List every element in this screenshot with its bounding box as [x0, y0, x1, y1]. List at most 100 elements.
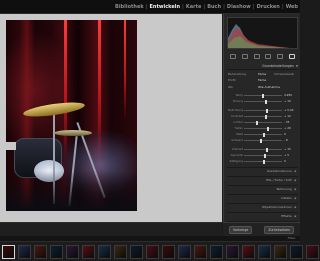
- spot-removal-icon[interactable]: [241, 53, 248, 59]
- filter-label[interactable]: Filter:: [288, 236, 296, 240]
- filmstrip-thumbnail[interactable]: [274, 244, 287, 259]
- section-effects[interactable]: Effekte ◀: [227, 212, 298, 219]
- slider-value[interactable]: 0: [284, 132, 286, 136]
- filmstrip-thumbnail[interactable]: [226, 244, 239, 259]
- expand-arrow-icon: ◀: [293, 196, 296, 200]
- basic-section-header[interactable]: Grundeinstellungen ▼: [227, 63, 298, 70]
- slider-value[interactable]: + 20: [284, 126, 291, 130]
- slider-value[interactable]: 4.950: [284, 93, 292, 97]
- slider-value[interactable]: - 8: [284, 138, 288, 142]
- filmstrip-thumbnail[interactable]: [50, 244, 63, 259]
- slider-value[interactable]: + 5: [284, 153, 289, 157]
- shadows-slider[interactable]: [244, 126, 282, 131]
- blacks-slider[interactable]: [244, 138, 282, 143]
- filmstrip-thumbnail[interactable]: [66, 244, 79, 259]
- expand-arrow-icon: ◀: [293, 187, 296, 191]
- treatment-bw[interactable]: Schwarzweiß: [274, 72, 294, 76]
- module-book[interactable]: Buch: [205, 4, 223, 10]
- photo-preview[interactable]: [6, 20, 137, 211]
- highlights-slider[interactable]: [244, 120, 282, 125]
- graduated-filter-icon[interactable]: [265, 53, 272, 59]
- filmstrip: [0, 241, 319, 261]
- slider-knob[interactable]: [263, 159, 265, 164]
- saturation-slider[interactable]: [244, 159, 282, 164]
- module-print[interactable]: Drucken: [255, 4, 282, 10]
- slider-knob[interactable]: [265, 114, 267, 119]
- module-develop[interactable]: Entwickeln: [148, 4, 183, 10]
- slider-value[interactable]: 0: [284, 159, 286, 163]
- image-canvas[interactable]: [0, 14, 222, 222]
- slider-knob[interactable]: [260, 138, 262, 143]
- slider-value[interactable]: + 10: [284, 99, 291, 103]
- section-title: Gradationskurve: [266, 169, 292, 173]
- filmstrip-thumbnail[interactable]: [82, 244, 95, 259]
- slider-knob[interactable]: [265, 99, 267, 104]
- slider-knob[interactable]: [267, 126, 269, 131]
- section-lens-corrections[interactable]: Objektivkorrekturen ◀: [227, 203, 298, 210]
- section-split-toning[interactable]: Teiltonung ◀: [227, 185, 298, 192]
- filmstrip-thumbnail[interactable]: [162, 244, 175, 259]
- expand-arrow-icon: ◀: [293, 169, 296, 173]
- crop-icon[interactable]: [229, 53, 236, 59]
- wb-value[interactable]: Wie Aufnahme: [258, 85, 280, 89]
- filmstrip-thumbnail[interactable]: [306, 244, 319, 259]
- filmstrip-thumbnail[interactable]: [290, 244, 303, 259]
- slider-value[interactable]: + 12: [284, 114, 291, 118]
- filmstrip-thumbnail[interactable]: [2, 244, 15, 259]
- vibrance-slider[interactable]: [244, 153, 282, 158]
- section-title: Details: [281, 196, 292, 200]
- module-library[interactable]: Bibliothek: [113, 4, 146, 10]
- brush-icon[interactable]: [289, 53, 296, 59]
- wb-label: WA: [228, 85, 233, 89]
- filmstrip-thumbnail[interactable]: [18, 244, 31, 259]
- cymbal: [54, 130, 92, 136]
- slider-value[interactable]: + 15: [284, 147, 291, 151]
- profile-value[interactable]: Farbe: [258, 78, 266, 82]
- slider-knob[interactable]: [266, 147, 268, 152]
- slider-value[interactable]: - 35: [284, 120, 289, 124]
- module-slideshow[interactable]: Diashow: [225, 4, 253, 10]
- filmstrip-thumbnail[interactable]: [242, 244, 255, 259]
- previous-button[interactable]: Vorherige: [229, 225, 253, 234]
- module-map[interactable]: Karte: [184, 4, 204, 10]
- slider-knob[interactable]: [264, 153, 266, 158]
- section-title: Teiltonung: [276, 187, 292, 191]
- treatment-color[interactable]: Farbe: [258, 72, 266, 76]
- radial-filter-icon[interactable]: [277, 53, 284, 59]
- exposure-slider[interactable]: [244, 108, 282, 113]
- tint-slider[interactable]: [244, 99, 282, 104]
- section-tone-curve[interactable]: Gradationskurve ◀: [227, 167, 298, 174]
- filmstrip-thumbnail[interactable]: [258, 244, 271, 259]
- slider-knob[interactable]: [263, 132, 265, 137]
- reset-button[interactable]: Zurücksetzen: [264, 225, 294, 234]
- temp-slider[interactable]: [244, 93, 282, 98]
- slider-label: Schwarz: [231, 138, 243, 142]
- red-eye-icon[interactable]: [253, 53, 260, 59]
- slider-knob[interactable]: [266, 108, 268, 113]
- section-hsl[interactable]: HSL / Farbe / S/W ◀: [227, 176, 298, 183]
- module-list: Bibliothek | Entwickeln | Karte | Buch |…: [113, 0, 300, 14]
- stage-light-stripe: [64, 20, 67, 160]
- whites-slider[interactable]: [244, 132, 282, 137]
- slider-knob[interactable]: [256, 120, 258, 125]
- filmstrip-thumbnail[interactable]: [210, 244, 223, 259]
- slider-value[interactable]: + 0,40: [284, 108, 293, 112]
- filmstrip-thumbnail[interactable]: [34, 244, 47, 259]
- module-web[interactable]: Web: [284, 4, 300, 10]
- clarity-slider[interactable]: [244, 147, 282, 152]
- basic-section-title: Grundeinstellungen: [262, 64, 294, 68]
- slider-label: Tiefen: [234, 126, 243, 130]
- develop-panel: Grundeinstellungen ▼ Behandlung Farbe Sc…: [223, 14, 300, 236]
- filmstrip-thumbnail[interactable]: [130, 244, 143, 259]
- filmstrip-thumbnail[interactable]: [114, 244, 127, 259]
- filmstrip-thumbnail[interactable]: [178, 244, 191, 259]
- filmstrip-thumbnail[interactable]: [194, 244, 207, 259]
- filmstrip-thumbnail[interactable]: [146, 244, 159, 259]
- filmstrip-thumbnail[interactable]: [98, 244, 111, 259]
- slider-label: Dynamik: [230, 153, 243, 157]
- slider-label: Lichter: [233, 120, 243, 124]
- slider-knob[interactable]: [262, 93, 264, 98]
- contrast-slider[interactable]: [244, 114, 282, 119]
- tool-strip: [227, 52, 298, 60]
- section-detail[interactable]: Details ◀: [227, 194, 298, 201]
